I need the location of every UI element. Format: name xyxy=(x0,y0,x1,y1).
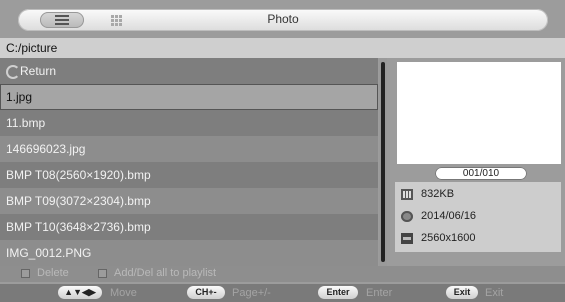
list-item[interactable]: BMP T10(3648×2736).bmp xyxy=(0,214,378,240)
list-item[interactable]: 1.jpg xyxy=(0,84,378,110)
list-item-label: 146696023.jpg xyxy=(6,142,86,156)
delete-checkbox[interactable] xyxy=(21,269,30,278)
exit-key: Exit xyxy=(446,286,478,299)
title-bar: Photo xyxy=(18,9,548,31)
file-info-panel: 832KB 2014/06/16 2560x1600 xyxy=(395,182,561,252)
page-hint: Page+/- xyxy=(232,287,271,299)
file-size-icon xyxy=(401,189,413,200)
exit-hint: Exit xyxy=(485,287,504,299)
photo-browser-screen: Photo C:/picture Return 1.jpg 11.bmp 146… xyxy=(0,0,565,302)
page-title: Photo xyxy=(267,12,299,26)
scrollbar-thumb[interactable] xyxy=(381,62,385,262)
file-resolution: 2560x1600 xyxy=(421,232,476,244)
image-preview xyxy=(397,62,561,164)
list-item[interactable]: IMG_0012.PNG xyxy=(0,240,378,266)
current-path: C:/picture xyxy=(6,41,58,55)
page-indicator: 001/010 xyxy=(435,167,527,180)
enter-key: Enter xyxy=(318,286,358,299)
file-size: 832KB xyxy=(421,188,455,200)
list-item-label: BMP T08(2560×1920).bmp xyxy=(6,168,151,182)
list-item[interactable]: 146696023.jpg xyxy=(0,136,378,162)
enter-hint: Enter xyxy=(366,287,393,299)
path-bar: C:/picture xyxy=(0,38,565,58)
list-item-label: Return xyxy=(20,64,57,78)
list-item[interactable]: BMP T09(3072×2304).bmp xyxy=(0,188,378,214)
list-item-label: 1.jpg xyxy=(6,90,33,104)
list-item-label: IMG_0012.PNG xyxy=(6,246,92,260)
move-hint: Move xyxy=(110,287,137,299)
return-icon xyxy=(6,65,20,79)
playlist-checkbox[interactable] xyxy=(98,269,107,278)
options-bar: Delete Add/Del all to playlist xyxy=(0,266,565,282)
key-hint-bar: ▲▼◀▶ Move CH+- Page+/- Enter Enter Exit … xyxy=(0,284,565,302)
resolution-icon xyxy=(401,233,413,244)
list-item-label: 11.bmp xyxy=(6,116,46,130)
return-item[interactable]: Return xyxy=(0,58,378,84)
list-item-label: BMP T09(3072×2304).bmp xyxy=(6,194,151,208)
list-item-label: BMP T10(3648×2736).bmp xyxy=(6,220,151,234)
list-item[interactable]: 11.bmp xyxy=(0,110,378,136)
date-icon xyxy=(401,211,413,222)
delete-label: Delete xyxy=(37,267,69,279)
list-item[interactable]: BMP T08(2560×1920).bmp xyxy=(0,162,378,188)
page-key: CH+- xyxy=(187,286,225,299)
move-key: ▲▼◀▶ xyxy=(58,286,102,299)
playlist-label: Add/Del all to playlist xyxy=(114,267,217,279)
file-list: Return 1.jpg 11.bmp 146696023.jpg BMP T0… xyxy=(0,58,378,266)
file-date: 2014/06/16 xyxy=(421,210,477,222)
